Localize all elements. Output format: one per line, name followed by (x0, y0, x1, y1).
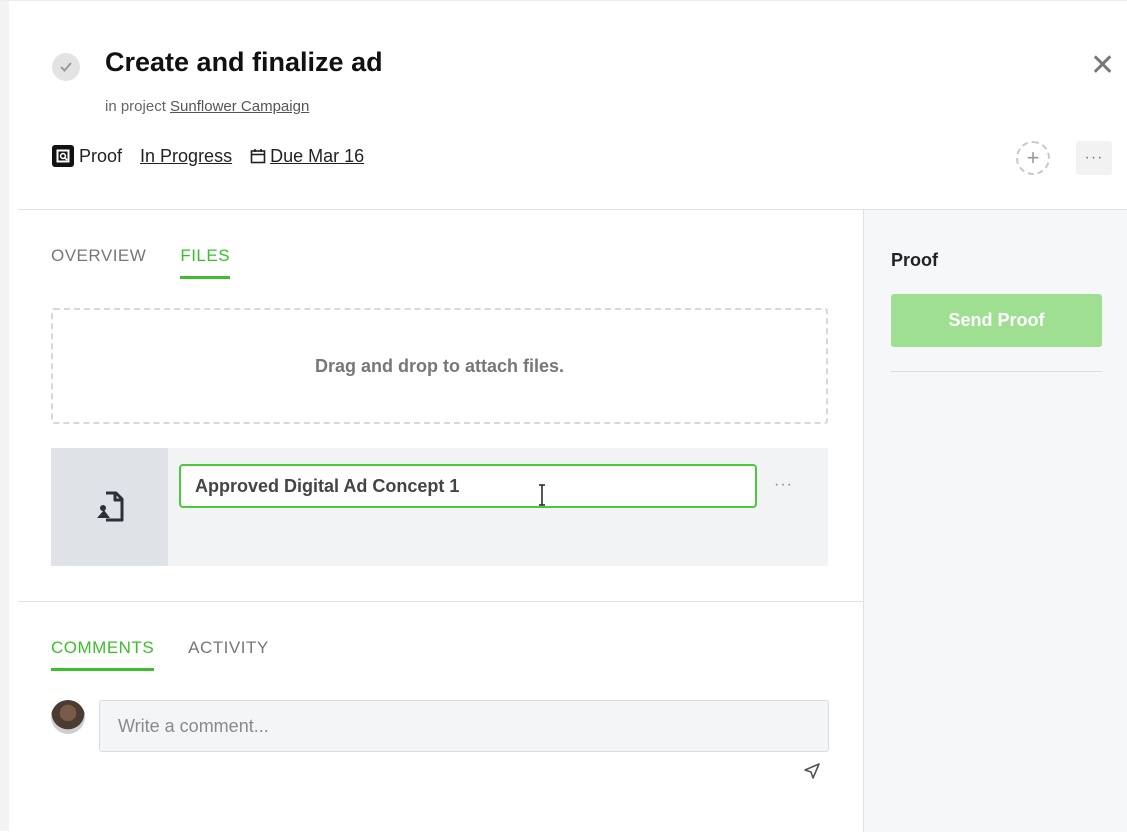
status-link[interactable]: In Progress (140, 146, 232, 167)
proof-icon (52, 145, 74, 167)
tab-overview[interactable]: OVERVIEW (51, 246, 146, 279)
file-thumbnail[interactable] (51, 448, 168, 566)
close-button[interactable]: ✕ (1090, 51, 1115, 81)
task-type[interactable]: Proof (79, 146, 122, 167)
due-date-label: Due Mar 16 (270, 145, 365, 166)
plus-icon: + (1026, 145, 1040, 170)
add-member-button[interactable]: + (1016, 141, 1050, 175)
subtitle-prefix: in project (105, 98, 166, 115)
project-link[interactable]: Sunflower Campaign (170, 98, 309, 115)
comment-tabs: COMMENTS ACTIVITY (51, 638, 303, 671)
avatar (51, 700, 85, 734)
project-subtitle: in project Sunflower Campaign (105, 98, 309, 115)
file-image-icon (96, 491, 123, 522)
sidebar-title: Proof (891, 250, 938, 270)
file-dropzone[interactable]: Drag and drop to attach files. (51, 308, 828, 424)
calendar-icon (250, 149, 266, 164)
content-tabs: OVERVIEW FILES (51, 246, 264, 279)
tab-files[interactable]: FILES (180, 246, 231, 279)
comment-input[interactable] (99, 700, 829, 752)
section-divider (18, 601, 863, 602)
check-icon (60, 62, 72, 72)
task-modal: Create and finalize ad in project Sunflo… (0, 0, 1127, 832)
text-cursor-icon (539, 484, 545, 506)
due-date-link[interactable]: Due Mar 16 (250, 146, 364, 167)
send-icon[interactable] (803, 762, 821, 780)
task-title[interactable]: Create and finalize ad (105, 47, 383, 78)
file-name-input[interactable] (179, 464, 757, 508)
more-options-button[interactable]: ··· (1076, 141, 1112, 175)
tab-comments[interactable]: COMMENTS (51, 638, 155, 671)
tab-activity[interactable]: ACTIVITY (188, 638, 269, 671)
task-header: Create and finalize ad in project Sunflo… (18, 1, 1127, 210)
send-proof-button[interactable]: Send Proof (891, 294, 1102, 347)
task-meta: Proof In Progress Due Mar 16 (52, 145, 364, 167)
proof-sidebar: Proof Send Proof (864, 210, 1127, 832)
main-panel: OVERVIEW FILES Drag and drop to attach f… (18, 210, 864, 832)
sidebar-divider (891, 371, 1102, 372)
complete-checkbox[interactable] (52, 53, 80, 81)
file-item: ··· (51, 448, 828, 566)
file-more-button[interactable]: ··· (774, 476, 793, 494)
